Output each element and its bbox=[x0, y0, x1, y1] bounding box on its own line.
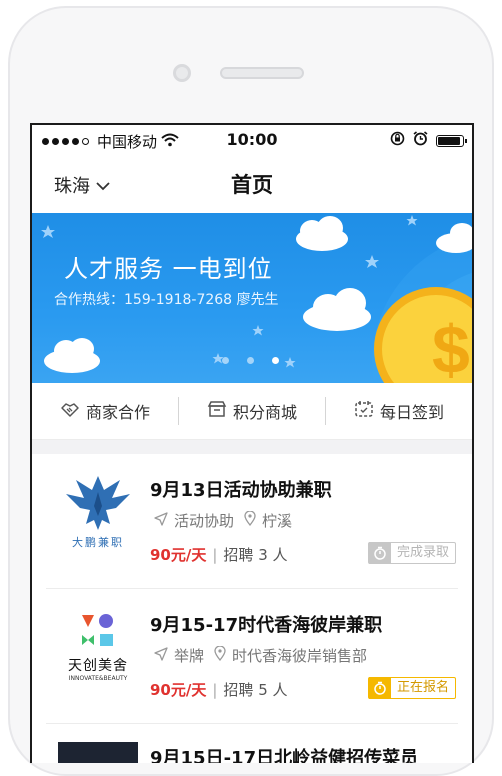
job-meta: 活动协助 柠溪 bbox=[154, 510, 292, 531]
section-gap bbox=[32, 440, 472, 454]
calendar-icon bbox=[354, 400, 374, 422]
send-icon bbox=[154, 511, 168, 530]
pager-dot[interactable] bbox=[247, 357, 254, 364]
company-logo-text: 大鹏兼职 bbox=[72, 536, 124, 549]
timer-icon bbox=[368, 542, 391, 564]
divider: | bbox=[212, 680, 218, 699]
banner-hotline: 合作热线：159-1918-7268 廖先生 bbox=[54, 292, 279, 308]
divider: | bbox=[212, 545, 218, 564]
pager-dot[interactable] bbox=[222, 357, 229, 364]
svg-text:$: $ bbox=[432, 312, 470, 383]
company-logo-subtext: INNOVATE&BEAUTY bbox=[68, 675, 128, 682]
shop-icon bbox=[207, 400, 227, 422]
job-pay: 90元/天 bbox=[150, 681, 207, 699]
company-logo-tianchuang: 天创美舍 INNOVATE&BEAUTY bbox=[58, 607, 138, 687]
banner-title: 人才服务 一电到位 bbox=[64, 255, 273, 283]
job-list: 大鹏兼职 9月13日活动协助兼职 活动协助 柠溪 90元/天 | 招聘 3 人 bbox=[32, 454, 472, 763]
status-bar: 中国移动 10:00 bbox=[32, 125, 472, 155]
job-pay-row: 90元/天 | 招聘 3 人 bbox=[150, 544, 288, 565]
job-pay-row: 90元/天 | 招聘 5 人 bbox=[150, 679, 288, 700]
pager-dot-active[interactable] bbox=[272, 357, 279, 364]
page-title: 首页 bbox=[231, 173, 273, 197]
job-card[interactable]: 天创美舍 INNOVATE&BEAUTY 9月15-17时代香海彼岸兼职 举牌 … bbox=[46, 589, 458, 724]
battery-icon bbox=[436, 134, 467, 147]
job-hire-count: 招聘 5 人 bbox=[223, 681, 288, 699]
promo-banner[interactable]: $ 人才服务 一电到位 合作热线：159-1918-7268 廖先生 bbox=[32, 213, 472, 383]
banner-pager bbox=[222, 357, 279, 364]
job-location: 时代香海彼岸销售部 bbox=[232, 647, 368, 665]
job-category: 举牌 bbox=[174, 647, 205, 665]
top-nav-bar: 珠海 首页 bbox=[32, 155, 472, 213]
merchant-cooperation-button[interactable]: 商家合作 bbox=[32, 399, 178, 423]
job-meta: 举牌 时代香海彼岸销售部 bbox=[154, 645, 367, 666]
location-pin-icon bbox=[214, 645, 226, 665]
status-label: 完成录取 bbox=[396, 545, 449, 560]
earpiece-speaker bbox=[220, 67, 304, 79]
front-camera bbox=[173, 64, 191, 82]
status-badge-open: 正在报名 bbox=[367, 677, 456, 699]
job-card[interactable]: 9月15日-17日北岭益健招传菜员 bbox=[46, 724, 458, 763]
status-label: 正在报名 bbox=[396, 680, 449, 695]
quick-actions: 商家合作 积分商城 每日签到 bbox=[32, 383, 472, 440]
location-pin-icon bbox=[244, 510, 256, 530]
job-pay: 90元/天 bbox=[150, 546, 207, 564]
company-logo-text: 天创美舍 bbox=[68, 658, 128, 674]
send-icon bbox=[154, 646, 168, 665]
job-title: 9月13日活动协助兼职 bbox=[150, 480, 332, 501]
status-badge-done: 完成录取 bbox=[367, 542, 456, 564]
company-logo-dapeng: 大鹏兼职 bbox=[58, 472, 138, 552]
company-logo-partial bbox=[58, 742, 138, 763]
job-location: 柠溪 bbox=[262, 512, 293, 530]
points-mall-label: 积分商城 bbox=[232, 403, 297, 422]
app-screen: 中国移动 10:00 珠海 首页 $ 人才服务 一电到位 合作热线：159-19… bbox=[30, 123, 474, 763]
job-hire-count: 招聘 3 人 bbox=[223, 546, 288, 564]
daily-checkin-label: 每日签到 bbox=[379, 403, 444, 422]
merchant-cooperation-label: 商家合作 bbox=[85, 403, 150, 422]
job-title: 9月15-17时代香海彼岸兼职 bbox=[150, 615, 383, 636]
points-mall-button[interactable]: 积分商城 bbox=[179, 399, 325, 423]
handshake-icon bbox=[60, 400, 80, 422]
daily-checkin-button[interactable]: 每日签到 bbox=[326, 399, 472, 423]
job-card[interactable]: 大鹏兼职 9月13日活动协助兼职 活动协助 柠溪 90元/天 | 招聘 3 人 bbox=[46, 454, 458, 589]
rotation-lock-icon bbox=[390, 131, 405, 150]
timer-icon bbox=[368, 677, 391, 699]
status-icons bbox=[390, 131, 467, 150]
alarm-icon bbox=[413, 131, 428, 150]
job-category: 活动协助 bbox=[174, 512, 235, 530]
